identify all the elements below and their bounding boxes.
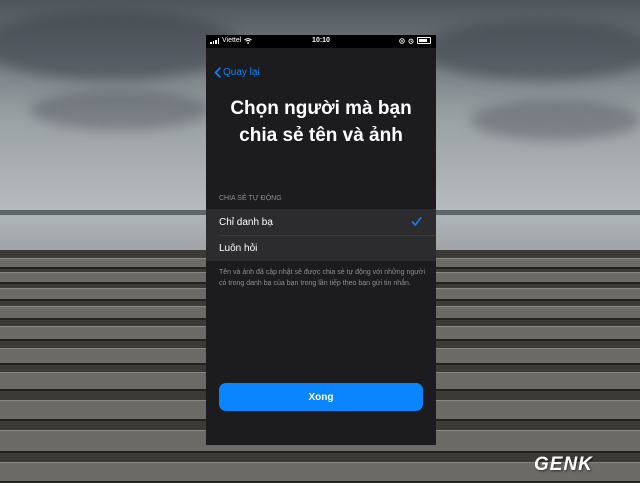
orientation-lock-icon [399, 37, 405, 44]
option-label: Chỉ danh bạ [219, 216, 273, 228]
phone-screen: Viettel 10:10 Quay lại Chọn người mà bạn… [206, 35, 436, 445]
option-label: Luôn hỏi [219, 242, 258, 254]
chevron-left-icon [214, 67, 221, 78]
done-label: Xong [308, 391, 334, 403]
done-button[interactable]: Xong [219, 383, 423, 411]
option-always-ask[interactable]: Luôn hỏi [206, 235, 436, 261]
checkmark-icon [411, 217, 422, 226]
back-label: Quay lại [223, 67, 260, 78]
footer-description: Tên và ảnh đã cập nhật sẽ được chia sẻ t… [219, 269, 426, 287]
alarm-icon [408, 38, 414, 44]
title-line-2: chia sẻ tên và ảnh [239, 125, 403, 146]
status-bar: Viettel 10:10 [206, 35, 436, 48]
option-contacts-only[interactable]: Chỉ danh bạ [206, 209, 436, 235]
title-line-1: Chọn người mà bạn [230, 98, 412, 119]
page-title: Chọn người mà bạn chia sẻ tên và ảnh [206, 95, 436, 149]
back-button[interactable]: Quay lại [214, 67, 260, 78]
battery-icon [417, 37, 431, 44]
row-divider [219, 235, 436, 236]
genk-watermark-logo: GENK [534, 454, 593, 475]
section-header: CHIA SẺ TỰ ĐỘNG [219, 195, 282, 202]
